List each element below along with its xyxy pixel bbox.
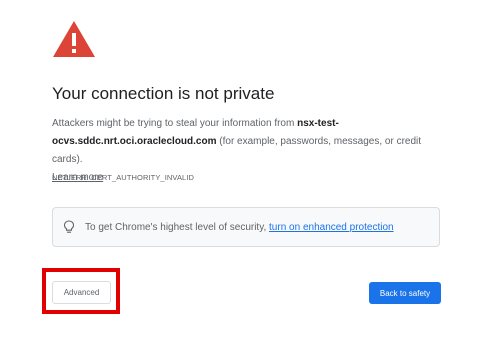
enhanced-protection-banner: To get Chrome's highest level of securit…	[52, 207, 440, 247]
enhanced-protection-text: To get Chrome's highest level of securit…	[85, 222, 394, 233]
enhanced-protection-link[interactable]: turn on enhanced protection	[269, 222, 394, 233]
back-to-safety-button[interactable]: Back to safety	[369, 282, 441, 304]
description-text: Attackers might be trying to steal your …	[52, 118, 298, 129]
error-code: NET::ERR_CERT_AUTHORITY_INVALID	[52, 173, 195, 182]
lightbulb-icon	[63, 220, 75, 233]
warning-triangle-icon	[53, 21, 95, 57]
page-title: Your connection is not private	[52, 84, 275, 103]
interstitial-page: Your connection is not private Attackers…	[0, 0, 498, 345]
advanced-button[interactable]: Advanced	[52, 281, 111, 304]
enhanced-protection-message: To get Chrome's highest level of securit…	[85, 221, 270, 233]
